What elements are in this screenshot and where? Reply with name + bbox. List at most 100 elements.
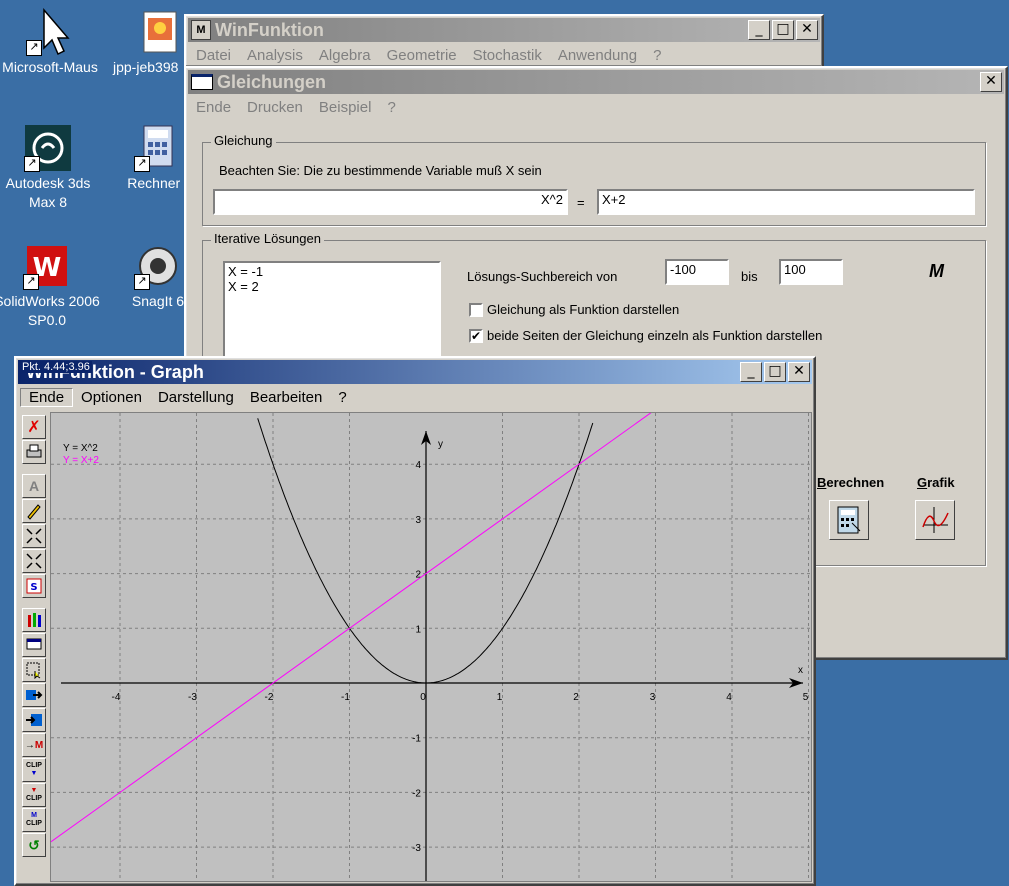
range-to-input[interactable]: 100 (779, 259, 843, 285)
y-tick-label: -1 (412, 734, 421, 745)
y-tick-label: 3 (415, 515, 421, 526)
equation-window-titlebar[interactable]: Gleichungen ✕ (188, 70, 1004, 94)
solutions-list[interactable]: X = -1 X = 2 (223, 261, 441, 361)
parabola-series[interactable] (257, 418, 594, 684)
graph-window-titlebar[interactable]: WinFunktion - Graph Pkt. 4.44;3.96 _ □ ✕ (18, 360, 812, 384)
maximize-button[interactable]: □ (764, 362, 786, 382)
pencil-icon[interactable] (22, 499, 46, 523)
text-a-icon[interactable]: A (22, 474, 46, 498)
menu-beispiel[interactable]: Beispiel (311, 99, 380, 116)
desktop-icon-mouse[interactable]: ↗ Microsoft-Maus (0, 7, 105, 77)
svg-text:S: S (30, 582, 37, 593)
y-axis-label: y (438, 439, 443, 450)
legend-entry: Y = X+2 (63, 455, 99, 466)
shortcut-arrow-icon: ↗ (23, 274, 39, 290)
x-tick-label: 4 (726, 692, 732, 703)
mouse-pointer-icon: ↗ (26, 7, 74, 56)
app-logo-icon: M (191, 20, 211, 40)
option-both-sides-checkbox[interactable]: ✔ (469, 329, 483, 343)
zoom-in-icon[interactable] (22, 549, 46, 573)
menu-darstellung[interactable]: Darstellung (150, 389, 242, 406)
equation-window-title: Gleichungen (217, 71, 327, 92)
menu-datei[interactable]: Datei (188, 47, 239, 64)
crayons-icon[interactable] (22, 608, 46, 632)
to-m-icon[interactable]: →M (22, 733, 46, 757)
right-side-input[interactable]: X+2 (597, 189, 975, 215)
save-icon[interactable] (22, 708, 46, 732)
menu-stochastik[interactable]: Stochastik (465, 47, 550, 64)
equation-menubar: Ende Drucken Beispiel ? (188, 96, 1004, 118)
x-tick-label: 2 (573, 692, 579, 703)
close-button[interactable]: ✕ (788, 362, 810, 382)
menu-ende[interactable]: Ende (188, 99, 239, 116)
y-tick-label: -2 (412, 788, 421, 799)
x-tick-label: 5 (803, 692, 809, 703)
close-button[interactable]: ✕ (980, 72, 1002, 92)
menu-analysis[interactable]: Analysis (239, 47, 311, 64)
main-window[interactable]: M WinFunktion _ □ ✕ Datei Analysis Algeb… (184, 14, 824, 68)
window-icon (191, 74, 213, 90)
x-tick-label: -1 (341, 692, 350, 703)
menu-algebra[interactable]: Algebra (311, 47, 379, 64)
list-item[interactable]: X = 2 (228, 279, 436, 294)
legend-entry: Y = X^2 (63, 443, 98, 454)
clip-up-icon[interactable]: ▼ CLIP (22, 783, 46, 807)
menu-bearbeiten[interactable]: Bearbeiten (242, 389, 331, 406)
close-button[interactable]: ✕ (796, 20, 818, 40)
calculator-icon: ↗ (134, 124, 182, 172)
menu-anwendung[interactable]: Anwendung (550, 47, 645, 64)
undo-icon[interactable]: ↺ (22, 833, 46, 857)
range-from-input[interactable]: -100 (665, 259, 729, 285)
image-file-icon (136, 8, 184, 56)
list-item[interactable]: X = -1 (228, 264, 436, 279)
main-window-titlebar[interactable]: M WinFunktion _ □ ✕ (188, 18, 820, 42)
graph-label: Grafik (917, 475, 955, 490)
calculate-label: Berechnen (817, 475, 885, 490)
main-menubar: Datei Analysis Algebra Geometrie Stochas… (188, 44, 820, 66)
shortcut-arrow-icon: ↗ (24, 156, 40, 172)
menu-help[interactable]: ? (379, 99, 403, 116)
menu-drucken[interactable]: Drucken (239, 99, 311, 116)
x-tick-label: -4 (112, 692, 121, 703)
close-x-icon[interactable]: ✗ (22, 415, 46, 439)
equation-group-legend: Gleichung (211, 133, 276, 148)
calculate-button[interactable] (829, 500, 869, 540)
graph-button[interactable] (915, 500, 955, 540)
x-tick-label: 3 (650, 692, 656, 703)
3dsmax-icon: ↗ (24, 124, 72, 172)
graph-toolbar: ✗ A S →M CLIP ▼ ▼ CLIP M CLIP ↺ (20, 414, 48, 874)
line-series[interactable] (50, 412, 656, 847)
menu-ende[interactable]: Ende (20, 387, 74, 407)
window-icon[interactable] (22, 633, 46, 657)
desktop-icon-solidworks[interactable]: W ↗ SolidWorks 2006 SP0.0 (0, 242, 102, 330)
clip-m-icon[interactable]: M CLIP (22, 808, 46, 832)
left-side-input[interactable]: X^2 (213, 189, 568, 215)
minimize-button[interactable]: _ (748, 20, 770, 40)
maximize-button[interactable]: □ (772, 20, 794, 40)
graph-plot[interactable]: xy-4 -3 -2 -1 0 1 2 3 4 54321-1-2-3Y = X^2Y = X+2 (50, 412, 812, 882)
coordinate-readout: Pkt. 4.44;3.96 (20, 361, 92, 373)
print-icon[interactable] (22, 440, 46, 464)
option-function-checkbox[interactable] (469, 303, 483, 317)
graph-window[interactable]: WinFunktion - Graph Pkt. 4.44;3.96 _ □ ✕… (14, 356, 816, 886)
option-function-label[interactable]: Gleichung als Funktion darstellen (487, 302, 679, 317)
menu-optionen[interactable]: Optionen (73, 389, 150, 406)
y-tick-label: 4 (415, 460, 421, 471)
minimize-button[interactable]: _ (740, 362, 762, 382)
menu-help[interactable]: ? (330, 389, 354, 406)
desktop-icon-label: Microsoft-Maus (2, 59, 98, 75)
option-both-sides-label[interactable]: beide Seiten der Gleichung einzeln als F… (487, 328, 822, 343)
select-icon[interactable] (22, 658, 46, 682)
shortcut-arrow-icon: ↗ (134, 156, 150, 172)
export-icon[interactable] (22, 683, 46, 707)
clip-down-icon[interactable]: CLIP ▼ (22, 758, 46, 782)
shortcut-arrow-icon: ↗ (134, 274, 150, 290)
menu-help[interactable]: ? (645, 47, 669, 64)
desktop-icon-3dsmax[interactable]: ↗ Autodesk 3ds Max 8 (0, 124, 103, 212)
scale-icon[interactable]: S (22, 574, 46, 598)
zoom-out-icon[interactable] (22, 524, 46, 548)
main-window-title: WinFunktion (215, 19, 324, 40)
menu-geometrie[interactable]: Geometrie (379, 47, 465, 64)
x-tick-label: 1 (497, 692, 503, 703)
desktop-icon-label: SolidWorks 2006 SP0.0 (0, 293, 100, 328)
